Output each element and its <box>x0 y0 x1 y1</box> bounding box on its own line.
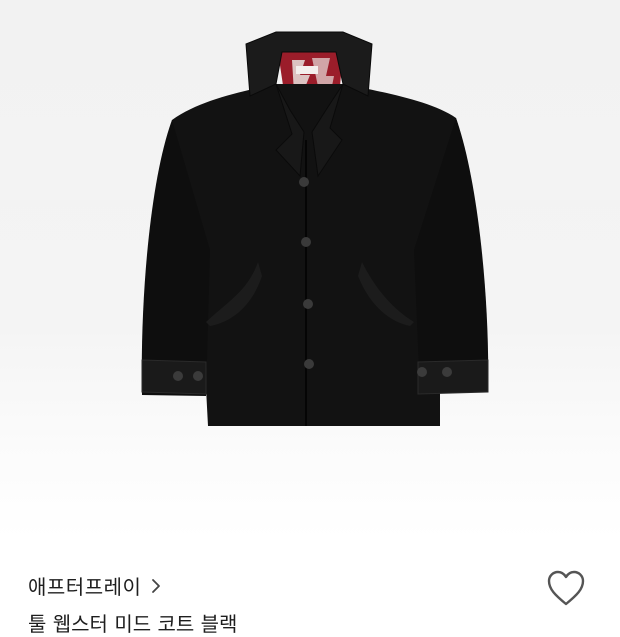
product-image[interactable] <box>0 0 620 540</box>
brand-link[interactable]: 애프터프레이 <box>28 571 161 600</box>
button-4 <box>304 359 314 369</box>
product-info: 애프터프레이 툴 웹스터 미드 코트 블랙 <box>0 540 620 636</box>
wishlist-button[interactable] <box>545 569 587 609</box>
button-2 <box>301 237 311 247</box>
button-1 <box>299 177 309 187</box>
label-tag <box>296 66 318 74</box>
jacket-photo <box>141 31 489 426</box>
button-3 <box>303 299 313 309</box>
chevron-right-icon[interactable] <box>151 578 161 594</box>
brand-name[interactable]: 애프터프레이 <box>28 571 141 600</box>
product-name: 툴 웹스터 미드 코트 블랙 <box>28 612 238 636</box>
heart-outline-icon[interactable] <box>545 569 587 609</box>
